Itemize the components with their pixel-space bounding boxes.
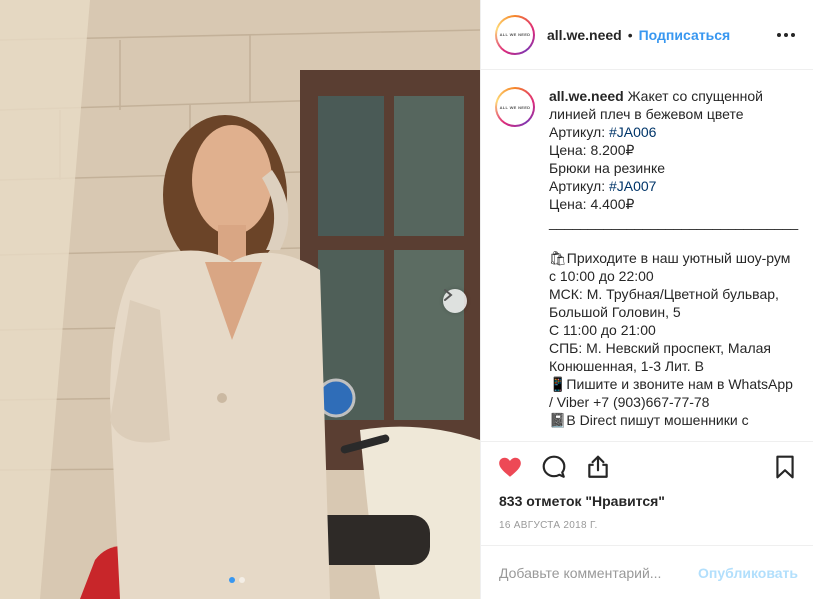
caption-line: МСК: М. Трубная/Цветной бульвар, Большой… <box>549 286 779 320</box>
comment-input[interactable] <box>499 564 699 581</box>
likes-count[interactable]: 833 отметок "Нравится" <box>499 493 665 509</box>
header-username[interactable]: all.we.need <box>547 27 622 43</box>
carousel-indicator <box>229 577 245 583</box>
hashtag-link[interactable]: #JA007 <box>609 178 656 194</box>
share-icon[interactable] <box>585 454 611 480</box>
caption-line: Цена: 8.200₽ <box>549 142 635 158</box>
avatar[interactable]: ALL WE NEED <box>495 14 535 55</box>
header-separator: • <box>627 26 633 43</box>
caption-text: all.we.need Жакет со спущенной линией пл… <box>549 87 800 441</box>
follow-button[interactable]: Подписаться <box>639 27 731 43</box>
photo-illustration <box>0 0 480 599</box>
post-details-panel: ALL WE NEED all.we.need • Подписаться AL… <box>480 0 813 599</box>
caption-line: Цена: 4.400₽ <box>549 196 635 212</box>
caption-area: ALL WE NEED all.we.need Жакет со спущенн… <box>481 71 813 441</box>
caption-line <box>549 231 800 249</box>
action-bar <box>481 441 813 491</box>
caption-avatar[interactable]: ALL WE NEED <box>495 87 535 127</box>
heart-icon[interactable] <box>497 454 523 480</box>
next-slide-button[interactable] <box>443 289 467 313</box>
caption-line: 📓В Direct пишут мошенники с <box>549 412 749 428</box>
publish-button[interactable]: Опубликовать <box>698 565 798 581</box>
more-dot <box>784 32 788 37</box>
hashtag-link[interactable]: #JA006 <box>609 124 656 140</box>
more-dot <box>791 32 795 37</box>
caption-line: СПБ: М. Невский проспект, Малая Конюшенн… <box>549 340 771 374</box>
chevron-right-icon <box>444 289 453 301</box>
avatar-logo-text: ALL WE NEED <box>499 104 531 110</box>
avatar-logo-text: ALL WE NEED <box>499 32 531 37</box>
caption-line: Артикул: #JA006 <box>549 123 800 141</box>
comment-icon[interactable] <box>541 454 567 480</box>
caption-line: ________________________________ <box>549 214 799 230</box>
bookmark-icon[interactable] <box>772 454 798 480</box>
caption-line: Артикул: #JA007 <box>549 177 800 195</box>
caption-username[interactable]: all.we.need <box>549 88 624 104</box>
post-header: ALL WE NEED all.we.need • Подписаться <box>481 0 813 70</box>
comment-box: Опубликовать <box>481 545 813 599</box>
caption-line: 📱Пишите и звоните нам в WhatsApp / Viber… <box>549 376 793 410</box>
caption-line: Брюки на резинке <box>549 160 666 176</box>
carousel-dot <box>229 577 235 583</box>
more-dot <box>777 32 781 37</box>
post-photo[interactable] <box>0 0 480 599</box>
carousel-dot <box>239 577 245 583</box>
post-date[interactable]: 16 августа 2018 г. <box>499 520 598 531</box>
caption-line-prefix: Артикул: <box>549 124 609 140</box>
caption-line: С 11:00 до 21:00 <box>549 322 656 338</box>
caption-line: 🛍Приходите в наш уютный шоу-рум с 10:00 … <box>549 250 791 284</box>
caption-line-prefix: Артикул: <box>549 178 609 194</box>
more-options-button[interactable] <box>773 29 799 41</box>
